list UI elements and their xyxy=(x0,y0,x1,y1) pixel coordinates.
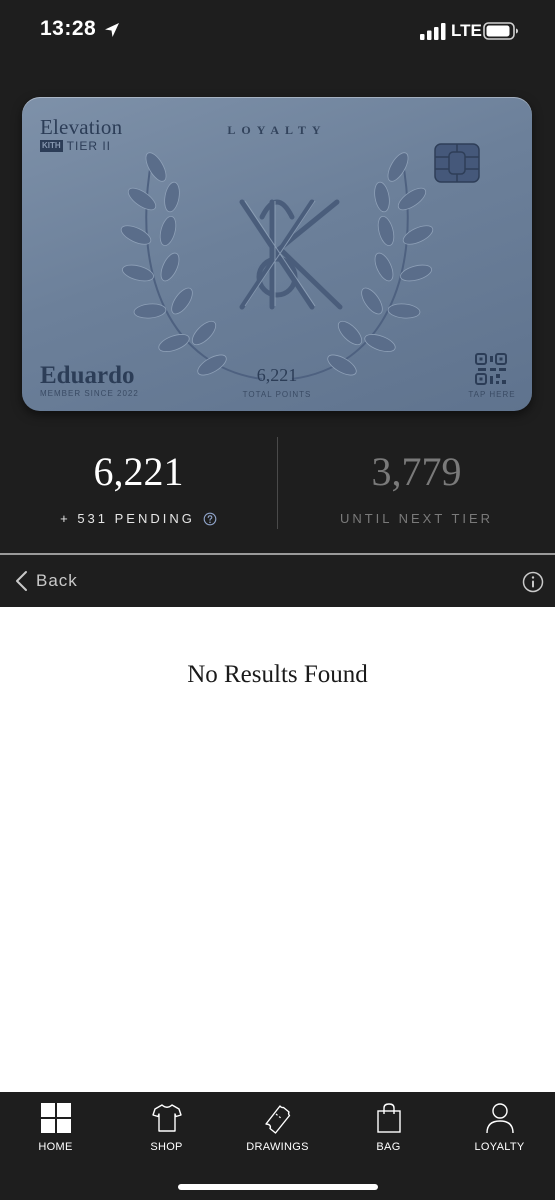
qr-code-icon[interactable] xyxy=(474,352,508,386)
home-indicator[interactable] xyxy=(178,1184,378,1190)
nav-bar: Back xyxy=(0,555,555,607)
tab-drawings[interactable]: DRAWINGS xyxy=(222,1102,333,1162)
tab-shop[interactable]: SHOP xyxy=(111,1102,222,1162)
results-panel: No Results Found xyxy=(0,607,555,1092)
back-button[interactable]: Back xyxy=(14,567,78,595)
signal-icon xyxy=(420,23,446,40)
network-label: LTE xyxy=(451,21,482,40)
tab-shop-label: SHOP xyxy=(150,1141,183,1153)
status-time: 13:28 xyxy=(40,17,97,40)
tab-loyalty[interactable]: LOYALTY xyxy=(444,1102,555,1162)
laurel-monogram-crest xyxy=(120,152,434,380)
card-tap-here[interactable]: TAP HERE xyxy=(462,390,522,399)
until-next-tier-label: UNTIL NEXT TIER xyxy=(278,511,555,526)
status-bar: 13:28 LTE xyxy=(0,0,555,64)
tab-bag[interactable]: BAG xyxy=(333,1102,444,1162)
home-grid-icon xyxy=(40,1103,71,1133)
user-icon xyxy=(485,1103,514,1134)
card-tier-row: KITH TIER II xyxy=(40,139,111,153)
card-total-points: 6,221 xyxy=(256,365,298,385)
until-next-tier-text: UNTIL NEXT TIER xyxy=(339,511,494,526)
battery-icon xyxy=(483,22,518,40)
shopping-bag-icon xyxy=(376,1103,401,1133)
ticket-icon xyxy=(264,1105,290,1134)
tab-home[interactable]: HOME xyxy=(0,1102,111,1162)
points-balance: 6,221 xyxy=(93,449,184,494)
tshirt-icon xyxy=(151,1104,182,1132)
stats-divider xyxy=(277,437,278,529)
card-heading: LOYALTY xyxy=(227,123,327,137)
chevron-left-icon xyxy=(16,571,27,591)
info-icon[interactable] xyxy=(522,571,544,593)
chip-icon xyxy=(434,143,480,183)
next-tier-stat: 3,779 UNTIL NEXT TIER xyxy=(278,435,555,526)
location-arrow-icon xyxy=(105,23,119,37)
back-label: Back xyxy=(36,571,78,590)
brand-logo-badge: KITH xyxy=(40,140,63,152)
card-total-points-label: TOTAL POINTS xyxy=(242,390,312,399)
loyalty-screen: 13:28 LTE Elevation KITH TIER II LOYALTY… xyxy=(0,0,555,1200)
tab-bag-label: BAG xyxy=(376,1141,401,1153)
tab-loyalty-label: LOYALTY xyxy=(474,1141,525,1153)
tab-drawings-label: DRAWINGS xyxy=(246,1141,309,1153)
card-tier: TIER II xyxy=(66,139,112,153)
question-circle-icon[interactable] xyxy=(203,512,217,526)
pending-points-row: + 531 PENDING xyxy=(0,511,277,526)
pending-points: + 531 PENDING xyxy=(60,511,195,526)
tab-home-label: HOME xyxy=(38,1141,73,1153)
points-stat: 6,221 + 531 PENDING xyxy=(0,435,277,526)
empty-state-message: No Results Found xyxy=(187,661,368,688)
points-until-next-tier: 3,779 xyxy=(371,449,462,494)
loyalty-card[interactable]: Elevation KITH TIER II LOYALTY Eduardo M… xyxy=(22,97,532,411)
